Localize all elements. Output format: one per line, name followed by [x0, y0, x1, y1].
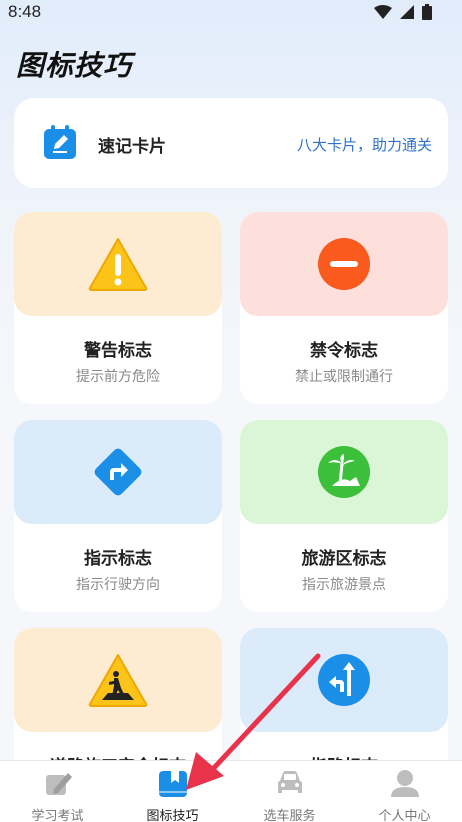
- tile-title: 旅游区标志: [301, 549, 387, 569]
- tile-title: 警告标志: [84, 341, 152, 361]
- nav-item-personal-center[interactable]: 个人中心: [347, 761, 462, 822]
- warning-triangle-icon: [88, 238, 148, 291]
- no-entry-icon: [318, 238, 370, 290]
- turn-right-diamond-icon: [94, 448, 142, 496]
- status-icons: [374, 4, 432, 20]
- nav-label: 个人中心: [378, 809, 431, 822]
- notepad-icon: [44, 125, 76, 159]
- nav-item-sign-tips[interactable]: 图标技巧: [115, 761, 230, 822]
- nav-label: 图标技巧: [146, 809, 199, 822]
- nav-label: 学习考试: [31, 809, 84, 822]
- bookmark-book-icon: [159, 771, 187, 797]
- tile-title: 禁令标志: [310, 341, 378, 361]
- palm-tree-icon: [318, 446, 370, 498]
- user-icon: [391, 770, 419, 797]
- bottom-nav: 学习考试 图标技巧 选车服务 个人中心: [0, 760, 462, 822]
- tile-indication-signs[interactable]: 指示标志 指示行驶方向: [14, 420, 222, 612]
- nav-label: 选车服务: [263, 809, 316, 822]
- nav-item-study-exam[interactable]: 学习考试: [0, 761, 115, 822]
- status-bar: 8:48: [0, 0, 462, 28]
- quick-card-link[interactable]: 八大卡片，助力通关: [297, 134, 432, 155]
- tile-subtitle: 指示旅游景点: [302, 577, 386, 593]
- car-icon: [278, 771, 302, 793]
- tile-prohibition-signs[interactable]: 禁令标志 禁止或限制通行: [240, 212, 448, 404]
- direction-arrows-icon: [318, 654, 370, 706]
- tile-title: 指示标志: [84, 549, 152, 569]
- nav-item-car-service[interactable]: 选车服务: [232, 761, 347, 822]
- page-title: 图标技巧: [16, 49, 133, 82]
- wifi-icon: [374, 5, 392, 19]
- road-work-icon: [88, 654, 148, 707]
- quick-card[interactable]: 速记卡片 八大卡片，助力通关: [14, 98, 448, 188]
- tile-subtitle: 提示前方危险: [76, 369, 160, 385]
- tile-subtitle: 指示行驶方向: [76, 577, 160, 593]
- status-time: 8:48: [8, 2, 42, 21]
- pen-book-icon: [46, 773, 72, 795]
- quick-card-title: 速记卡片: [98, 137, 166, 157]
- tile-tourism-signs[interactable]: 旅游区标志 指示旅游景点: [240, 420, 448, 612]
- tile-warning-signs[interactable]: 警告标志 提示前方危险: [14, 212, 222, 404]
- tile-subtitle: 禁止或限制通行: [295, 369, 393, 385]
- signal-icon: [400, 5, 414, 19]
- battery-icon: [422, 4, 432, 20]
